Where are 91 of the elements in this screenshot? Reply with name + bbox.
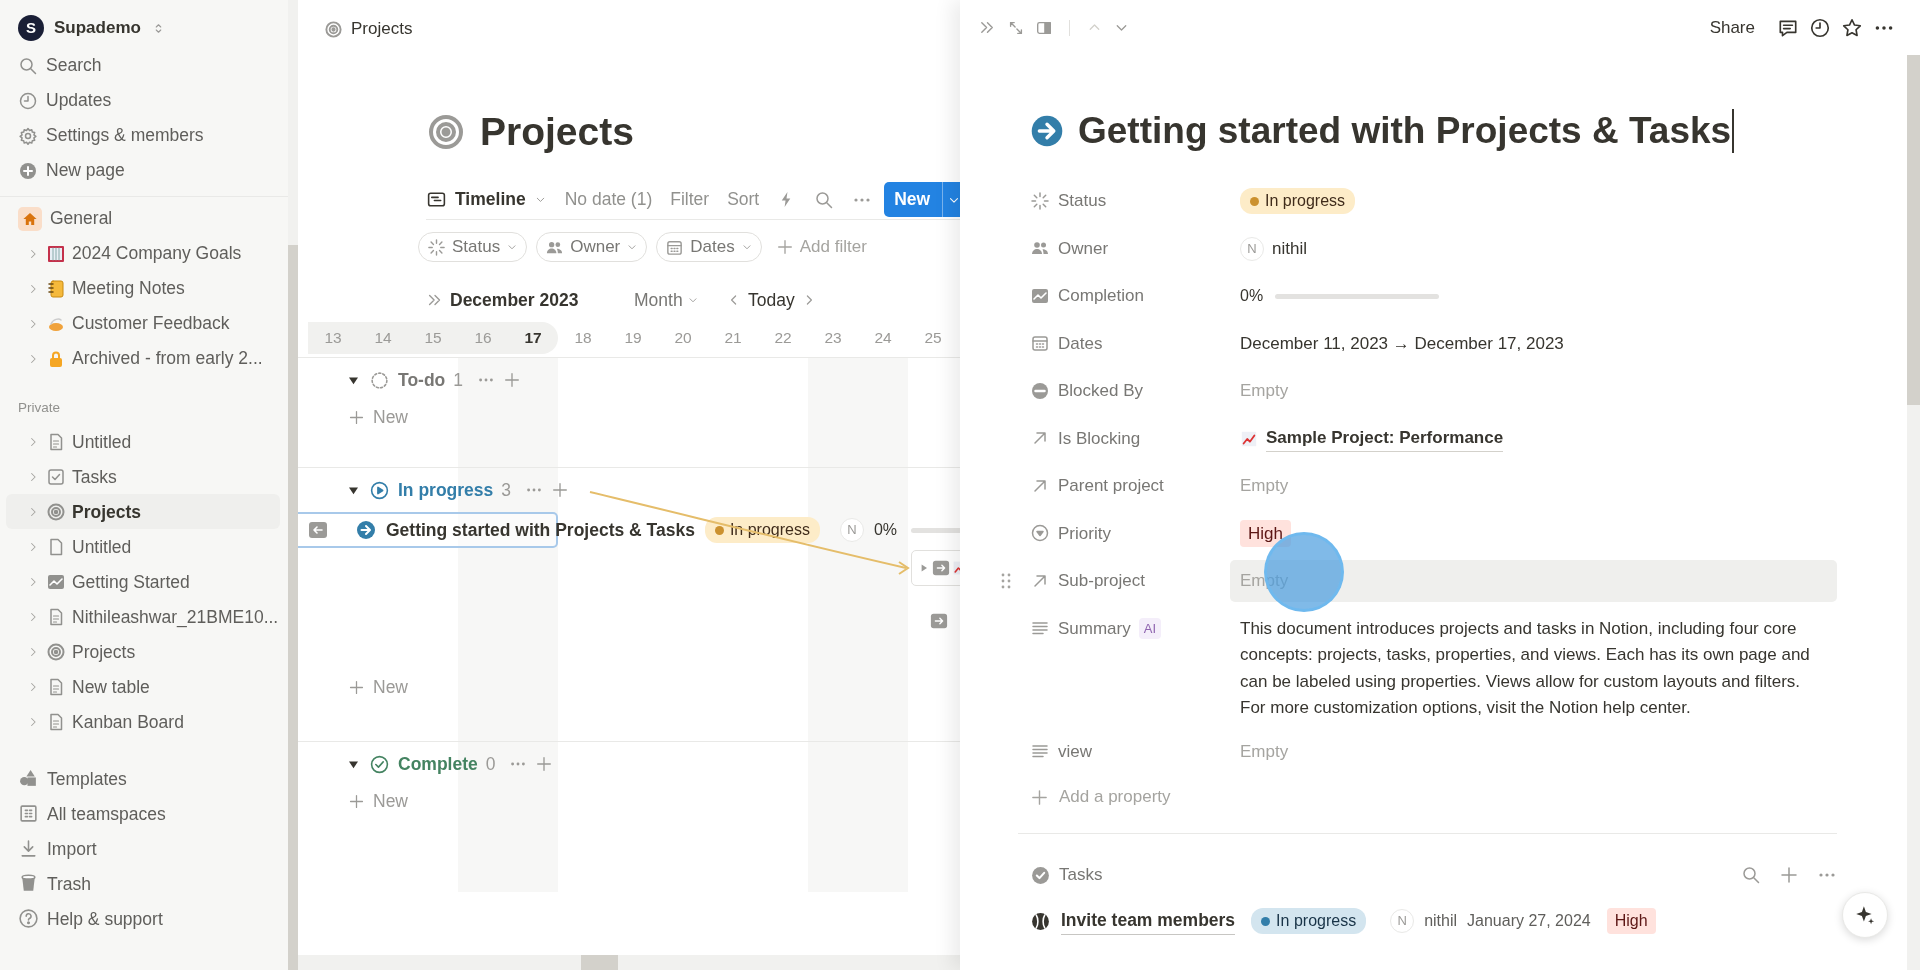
sidebar-item[interactable]: Projects	[6, 494, 280, 530]
property-label[interactable]: Priority	[1030, 509, 1230, 557]
section-label: Private	[17, 399, 62, 417]
day-label: 21	[723, 327, 743, 348]
person-name: nithil	[1272, 237, 1307, 260]
sidebar-item[interactable]: New page	[0, 153, 280, 188]
day-label: 16	[458, 321, 508, 354]
avatar: N	[1240, 236, 1264, 261]
scale-dropdown[interactable]: Month	[634, 286, 726, 314]
sidebar-item[interactable]: Untitled	[6, 424, 280, 460]
no-date-button[interactable]: No date (1)	[564, 186, 653, 213]
sidebar-item[interactable]: General	[0, 201, 280, 236]
sidebar-item[interactable]: Meeting Notes	[6, 271, 280, 306]
day-label: 18	[573, 327, 593, 348]
property-value[interactable]: Sample Project: Performance	[1230, 417, 1837, 460]
day-label: 24	[873, 327, 893, 348]
sidebar-item[interactable]: Search	[0, 48, 280, 83]
sidebar-item[interactable]: Kanban Board	[6, 704, 280, 740]
day-label: 25	[923, 327, 943, 348]
sidebar-item[interactable]: Customer Feedback	[6, 306, 280, 341]
percent-label: 0%	[873, 520, 898, 540]
avatar: N	[1390, 909, 1415, 933]
group-count: 3	[501, 478, 512, 502]
property-label[interactable]: Dates	[1030, 319, 1230, 367]
property-label[interactable]: Sub-project	[1030, 557, 1230, 605]
status-tag: In progress	[1251, 908, 1367, 934]
sidebar-item[interactable]: Templates	[0, 761, 280, 797]
sidebar-item[interactable]: Trash	[0, 866, 280, 902]
sidebar-item[interactable]: Getting Started	[6, 564, 280, 600]
workspace-avatar: S	[18, 15, 44, 41]
section-title: Tasks	[1059, 864, 1103, 887]
property-label[interactable]: Owner	[1030, 224, 1230, 272]
group-name: In progress	[398, 478, 494, 502]
view-tab[interactable]: Timeline	[426, 186, 547, 213]
day-label: 19	[623, 327, 643, 348]
group-name: To-do	[398, 368, 446, 392]
workspace-switcher[interactable]: S Supademo	[0, 8, 288, 48]
priority-tag: High	[1240, 519, 1291, 548]
summary-text: This document introduces projects and tasks in Notion, including four core concepts: projects, tasks, properties, and views. Each has its own page and can be labeled using properties. Views allow for custom layouts and filters. For more customization options, visit the Notion help center.	[1240, 617, 1811, 719]
page-title: Projects	[480, 108, 634, 155]
property-value[interactable]: In progress	[1230, 180, 1837, 222]
priority-tag: High	[1606, 908, 1656, 934]
relation-link[interactable]: Sample Project: Performance	[1266, 425, 1504, 452]
sidebar-item[interactable]: Archived - from early 2...	[6, 341, 280, 376]
sidebar-item[interactable]: Untitled	[6, 529, 280, 565]
sidebar-item[interactable]: Updates	[0, 83, 280, 118]
sidebar-item[interactable]: Nithileashwar_21BME10...	[6, 599, 280, 635]
property-label[interactable]: Summary AI	[1030, 604, 1230, 652]
task-title[interactable]: Invite team members	[1061, 907, 1236, 935]
sidebar-item[interactable]: Tasks	[6, 459, 280, 495]
day-label: 23	[823, 327, 843, 348]
day-label: 22	[773, 327, 793, 348]
percent-label: 0%	[1240, 286, 1264, 306]
card-title[interactable]: Getting started with Projects & Tasks	[386, 516, 695, 544]
sort-button[interactable]: Sort	[727, 186, 760, 213]
sidebar-item[interactable]: All teamspaces	[0, 796, 280, 832]
property-value[interactable]: High	[1230, 512, 1837, 555]
sidebar-item[interactable]: Settings & members	[0, 118, 280, 153]
property-label[interactable]: view	[1030, 727, 1230, 775]
property-value[interactable]: N nithil	[1230, 227, 1837, 270]
sidebar-item[interactable]: New table	[6, 669, 280, 705]
property-label[interactable]: Parent project	[1030, 462, 1230, 510]
sidebar-item[interactable]: Projects	[6, 634, 280, 670]
sidebar-item[interactable]: Import	[0, 831, 280, 867]
status-tag: In progress	[1240, 188, 1356, 214]
month-label: December 2023	[450, 288, 580, 312]
property-label[interactable]: Blocked By	[1030, 367, 1230, 415]
day-label: 20	[673, 327, 693, 348]
group-count: 0	[485, 752, 496, 776]
today-button[interactable]: Today	[742, 286, 801, 314]
group-count: 1	[453, 368, 464, 392]
sidebar-item[interactable]: 2024 Company Goals	[6, 236, 280, 271]
date-label: January 27, 2024	[1467, 911, 1591, 931]
breadcrumb-link[interactable]: Projects	[324, 16, 413, 42]
new-button[interactable]: New	[884, 182, 960, 217]
property-label[interactable]: Status	[1030, 177, 1230, 225]
group-name: Complete	[398, 752, 478, 776]
ai-badge: AI	[1138, 617, 1162, 639]
day-label: 17	[508, 321, 558, 354]
property-label[interactable]: Completion	[1030, 272, 1230, 320]
property-value[interactable]: 0%	[1230, 275, 1837, 317]
day-label: 15	[408, 321, 458, 354]
share-button[interactable]: Share	[1709, 14, 1755, 41]
sidebar-item[interactable]: Help & support	[0, 901, 280, 937]
day-label: 13	[308, 321, 358, 354]
day-label: 14	[358, 321, 408, 354]
property-label[interactable]: Is Blocking	[1030, 414, 1230, 462]
person-name: nithil	[1424, 911, 1458, 931]
property-value[interactable]: December 11, 2023 → December 17, 2023	[1230, 322, 1837, 365]
page-title: Getting started with Projects & Tasks	[1078, 108, 1732, 153]
filter-button[interactable]: Filter	[670, 186, 710, 213]
